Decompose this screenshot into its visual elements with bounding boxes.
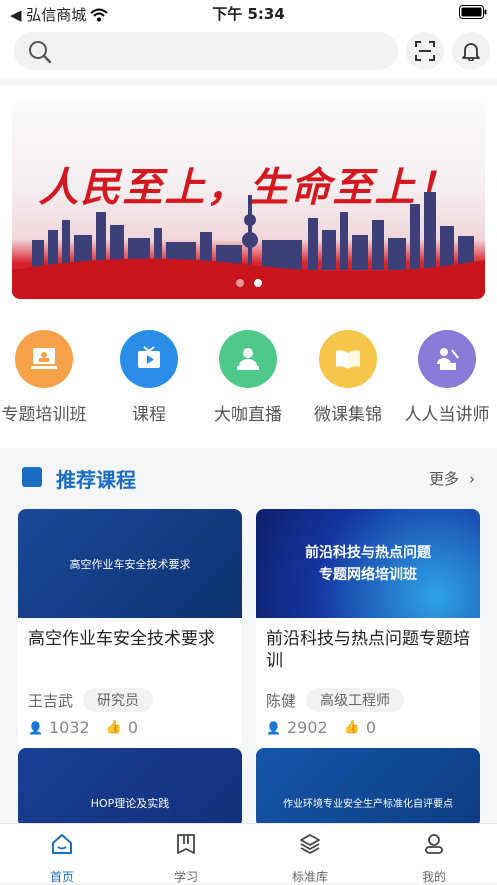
carousel-dot-active[interactable]: [253, 279, 262, 287]
entry-micro-courses[interactable]: 微课集锦: [298, 330, 398, 425]
tab-label: 首页: [49, 870, 74, 884]
banner-carousel[interactable]: 人民至上，生命至上！: [12, 100, 485, 299]
thumbs-up-icon: 👍: [343, 720, 360, 735]
like-count: 0: [127, 718, 139, 737]
bookmark-icon: [22, 467, 42, 487]
tab-study[interactable]: 学习: [136, 832, 236, 885]
search-bar[interactable]: [14, 32, 398, 70]
scan-icon: [415, 41, 435, 61]
header: [0, 26, 497, 78]
entry-label: 专题培训班: [1, 405, 87, 425]
entry-label: 微课集锦: [314, 405, 382, 425]
course-thumbnail: 高空作业车安全技术要求: [18, 509, 242, 618]
view-count: 1032: [48, 718, 90, 737]
bell-icon: [462, 43, 480, 61]
tv-play-icon: [120, 330, 178, 388]
training-class-icon: [15, 330, 73, 388]
battery-icon: [459, 5, 487, 23]
podium-speaker-icon: [418, 330, 476, 388]
search-input[interactable]: [62, 32, 382, 70]
search-icon: [29, 41, 52, 64]
tab-standards[interactable]: 标准库: [260, 832, 360, 885]
entry-courses[interactable]: 课程: [99, 330, 199, 425]
tab-label: 学习: [173, 870, 198, 884]
author-name: 陈健: [266, 691, 297, 710]
more-link[interactable]: 更多 ›: [429, 468, 475, 489]
course-meta: 王吉武 研究员: [18, 688, 242, 712]
entry-label: 大咖直播: [214, 405, 282, 425]
course-card[interactable]: 作业环境专业安全生产标准化自评要点: [256, 748, 480, 828]
chevron-right-icon: ›: [469, 469, 475, 488]
open-book-icon: [319, 330, 377, 388]
user-icon: [384, 832, 484, 858]
status-time: 下午 5:34: [212, 5, 285, 23]
tab-label: 标准库: [291, 870, 328, 884]
like-count: 0: [365, 718, 377, 737]
view-count: 2902: [286, 718, 328, 737]
entry-label: 人人当讲师: [404, 405, 490, 425]
bottom-tab-bar: 首页 学习 标准库 我的: [0, 823, 497, 885]
status-bar: ◀ 弘信商城 下午 5:34: [0, 0, 497, 26]
tab-mine[interactable]: 我的: [384, 832, 484, 885]
tab-home[interactable]: 首页: [12, 832, 112, 885]
course-stats: 👤 2902 👍 0: [256, 712, 480, 749]
author-name: 王吉武: [28, 691, 74, 710]
entry-live[interactable]: 大咖直播: [198, 330, 298, 425]
home-icon: [12, 832, 112, 858]
thumbnail-text: HOP理论及实践: [90, 796, 170, 810]
more-label: 更多: [428, 470, 459, 488]
tab-label: 我的: [421, 870, 446, 884]
course-thumbnail: HOP理论及实践: [18, 748, 242, 828]
top-section: 人民至上，生命至上！ 专题培训班 课程 大咖直播 微课集锦 人人当讲师: [0, 86, 497, 448]
course-title: 高空作业车安全技术要求: [28, 629, 215, 649]
author-role-badge: 研究员: [83, 688, 154, 712]
recommend-header: 推荐课程 更多 ›: [0, 456, 497, 504]
course-title: 前沿科技与热点问题专题培训: [266, 629, 470, 671]
course-meta: 陈健 高级工程师: [256, 688, 480, 712]
thumbnail-text: 高空作业车安全技术要求: [69, 557, 191, 571]
layers-icon: [260, 832, 360, 858]
scan-button[interactable]: [406, 32, 444, 70]
carousel-dot[interactable]: [235, 279, 244, 287]
entry-lecturer[interactable]: 人人当讲师: [397, 330, 497, 425]
book-icon: [136, 832, 236, 858]
lecturer-icon: [219, 330, 277, 388]
carousel-dots: [12, 279, 485, 287]
course-stats: 👤 1032 👍 0: [18, 712, 242, 749]
notification-button[interactable]: [452, 32, 490, 70]
person-icon: 👤: [28, 720, 43, 735]
thumbs-up-icon: 👍: [105, 720, 122, 735]
course-card[interactable]: 高空作业车安全技术要求 高空作业车安全技术要求 王吉武 研究员 👤 1032 👍…: [18, 509, 242, 749]
recommend-title: 推荐课程: [56, 468, 136, 492]
thumbnail-text: 作业环境专业安全生产标准化自评要点: [283, 799, 453, 810]
course-thumbnail: 作业环境专业安全生产标准化自评要点: [256, 748, 480, 828]
author-role-badge: 高级工程师: [306, 688, 405, 712]
course-thumbnail: 前沿科技与热点问题 专题网络培训班: [256, 509, 480, 618]
entry-training-class[interactable]: 专题培训班: [0, 330, 94, 425]
city-skyline-image: [12, 192, 485, 299]
quick-entries: 专题培训班 课程 大咖直播 微课集锦 人人当讲师: [0, 330, 497, 430]
entry-label: 课程: [132, 405, 166, 425]
course-card[interactable]: 前沿科技与热点问题 专题网络培训班 前沿科技与热点问题专题培训 陈健 高级工程师…: [256, 509, 480, 749]
course-card[interactable]: HOP理论及实践: [18, 748, 242, 828]
thumbnail-text: 前沿科技与热点问题 专题网络培训班: [305, 544, 431, 583]
person-icon: 👤: [266, 720, 281, 735]
